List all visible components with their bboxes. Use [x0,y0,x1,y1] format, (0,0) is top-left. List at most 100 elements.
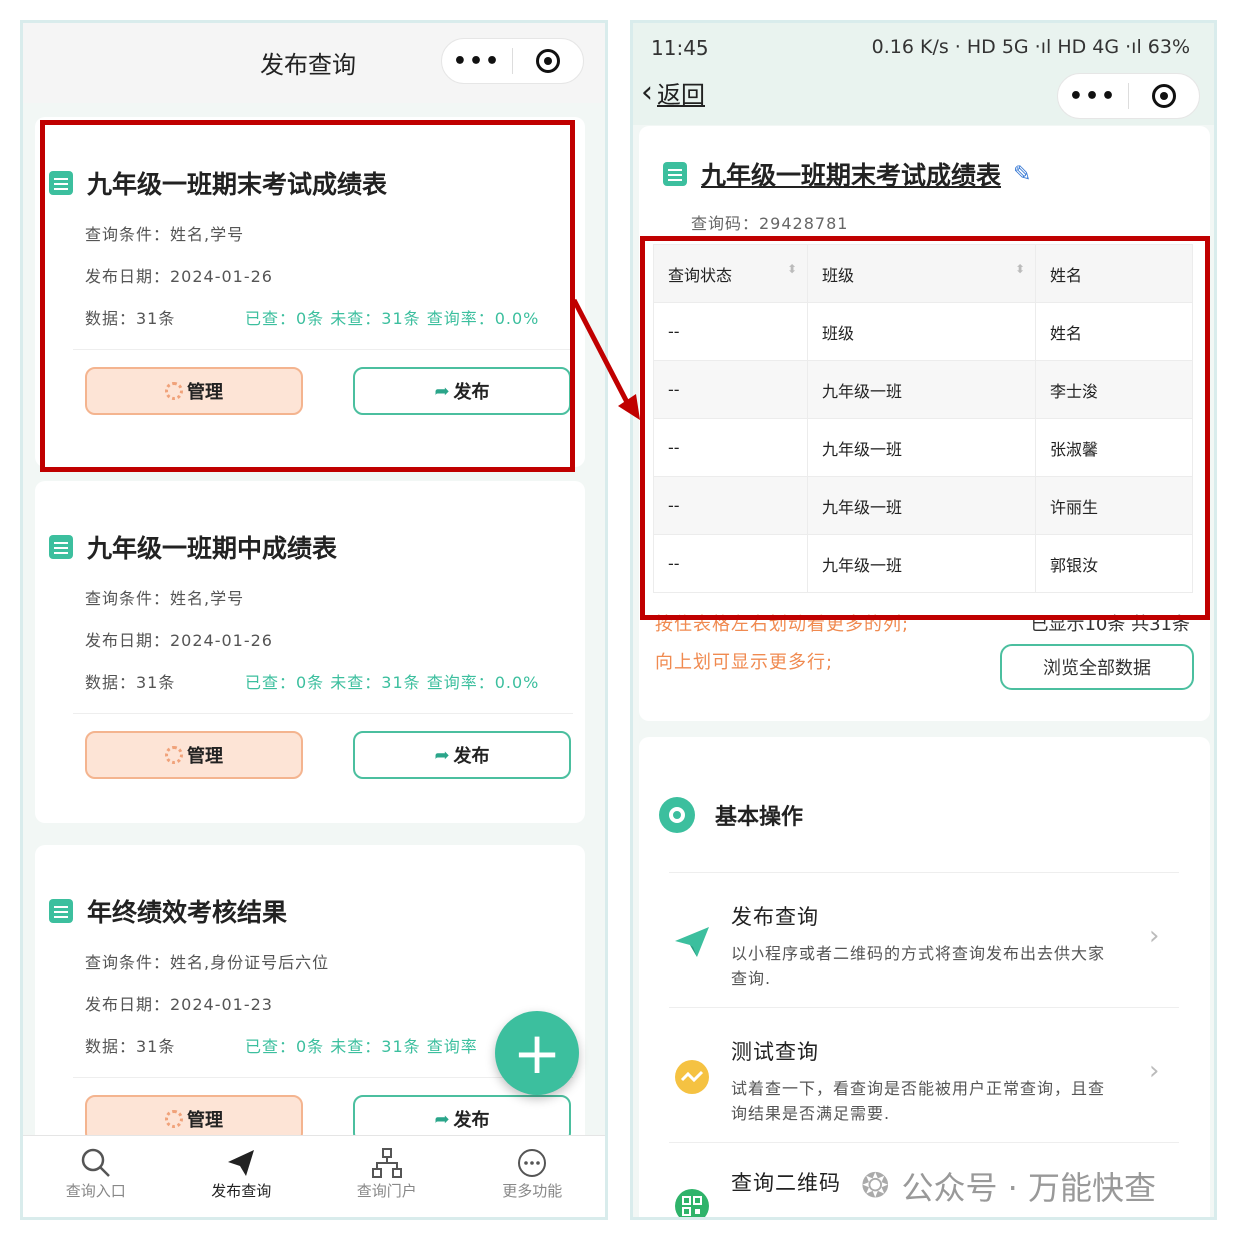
query-code: 查询码：29428781 [691,214,849,233]
tab-more-functions[interactable]: 更多功能 [460,1136,606,1217]
browse-all-data-button[interactable]: 浏览全部数据 [1000,644,1194,690]
sitemap-icon [371,1148,402,1178]
document-icon [49,899,73,923]
add-query-fab[interactable]: + [495,1011,579,1095]
divider [73,1077,573,1078]
header-label: 查询状态 [668,265,733,285]
chevron-right-icon: › [1149,921,1160,951]
gear-icon [165,382,183,400]
query-detail-card: 九年级一班期末考试成绩表 ✎ 查询码：29428781 查询状态 ⬍ 班级 ⬍ 姓名… [639,126,1210,721]
op-title: 测试查询 [731,1040,819,1064]
detail-title-text[interactable]: 九年级一班期末考试成绩表 [701,156,1001,192]
card-title[interactable]: 九年级一班期末考试成绩表 [49,165,387,201]
query-condition: 查询条件：姓名,身份证号后六位 [85,953,330,972]
publish-button[interactable]: ➦ 发布 [353,731,571,779]
table-cell: -- [653,302,808,361]
tab-label: 发布查询 [211,1182,272,1200]
data-count: 数据：31条 [85,673,176,692]
settings-circle-icon [659,797,695,833]
query-stats: 已查：0条 未查：31条 查询率 [245,1037,478,1056]
search-icon [81,1148,110,1177]
publish-label: 发布 [453,1110,490,1131]
header-label: 姓名 [1050,265,1083,285]
publish-date: 发布日期：2024-01-26 [85,267,273,286]
bottom-tab-bar: 查询入口 发布查询 查询门户 更多功能 [23,1135,606,1217]
tab-label: 查询门户 [356,1182,417,1200]
table-cell: 九年级一班 [807,476,1036,535]
basic-operations-card: 基本操作 发布查询 以小程序或者二维码的方式将查询发布出去供大家查询. › 测试… [639,737,1210,1217]
qrcode-icon [673,1187,711,1217]
tab-query-portal[interactable]: 查询门户 [314,1136,460,1217]
back-button[interactable]: ‹ 返回 [641,75,705,110]
more-options-button[interactable]: ••• [442,49,512,74]
op-description: 以小程序或者二维码的方式将查询发布出去供大家查询. [731,944,1106,988]
more-options-button[interactable]: ••• [1058,84,1128,109]
scroll-hint-columns: 按住表格左右划动看更多的列; [655,614,910,635]
op-publish-query[interactable]: 发布查询 以小程序或者二维码的方式将查询发布出去供大家查询. › [639,877,1210,1007]
close-mini-program-button[interactable] [1129,84,1199,108]
publish-label: 发布 [453,746,490,767]
document-icon [663,162,687,186]
right-phone-screen: 11:45 0.16 K/s · HD 5G ·ıl HD 4G ·ıl 63%… [630,20,1217,1220]
section-title-text: 基本操作 [715,805,804,830]
sort-icon[interactable]: ⬍ [787,262,797,276]
card-title-text: 九年级一班期中成绩表 [87,534,338,563]
card-title-text: 九年级一班期末考试成绩表 [87,170,388,199]
table-cell: -- [653,534,808,593]
share-arrow-icon: ➦ [434,744,450,766]
table-cell: 九年级一班 [807,534,1036,593]
table-cell: 郭银汝 [1035,534,1193,593]
mini-program-capsule: ••• [441,38,584,84]
op-title: 发布查询 [731,905,819,929]
table-cell: 许丽生 [1035,476,1193,535]
card-title[interactable]: 年终绩效考核结果 [49,893,287,929]
document-icon [49,171,73,195]
publish-button[interactable]: ➦ 发布 [353,367,571,415]
table-cell: 张淑馨 [1035,418,1193,477]
chevron-left-icon: ‹ [641,75,653,110]
table-cell: -- [653,360,808,419]
tab-query-entry[interactable]: 查询入口 [23,1136,169,1217]
document-icon [49,535,73,559]
target-icon [1152,84,1176,108]
left-phone-screen: 发布查询 ••• 九年级一班期末考试成绩表 查询条件：姓名,学号 发布日期：20… [20,20,608,1220]
tab-label: 更多功能 [502,1182,563,1200]
table-row: -- 班级 姓名 [653,302,1193,361]
card-title[interactable]: 九年级一班期中成绩表 [49,529,337,565]
sort-icon[interactable]: ⬍ [1015,262,1025,276]
manage-button[interactable]: 管理 [85,731,303,779]
op-test-query[interactable]: 测试查询 试着查一下，看查询是否能被用户正常查询，且查询结果是否满足需要. › [639,1012,1210,1142]
table-cell: -- [653,476,808,535]
tab-publish-query[interactable]: 发布查询 [169,1136,315,1217]
manage-label: 管理 [187,1110,223,1131]
table-header-cell[interactable]: 班级 ⬍ [807,244,1036,303]
card-title-text: 年终绩效考核结果 [87,898,288,927]
table-header-row: 查询状态 ⬍ 班级 ⬍ 姓名 [653,244,1193,303]
data-table[interactable]: 查询状态 ⬍ 班级 ⬍ 姓名 -- 班级 姓名 -- 九年级一班 李士浚 -- 九年级一班 张淑… [653,244,1193,593]
scroll-hint-rows: 向上划可显示更多行; [655,652,834,673]
nav-bar: ‹ 返回 ••• [633,73,1214,125]
paper-plane-icon [673,923,711,961]
table-header-cell[interactable]: 查询状态 ⬍ [653,244,808,303]
query-condition: 查询条件：姓名,学号 [85,589,245,608]
header-label: 班级 [822,265,855,285]
status-indicators: 0.16 K/s · HD 5G ·ıl HD 4G ·ıl 63% [871,36,1190,58]
gear-icon [165,746,183,764]
query-card: 九年级一班期中成绩表 查询条件：姓名,学号 发布日期：2024-01-26 数据… [35,481,585,823]
divider [73,713,573,714]
edit-pencil-icon[interactable]: ✎ [1013,162,1031,187]
test-icon [673,1058,711,1096]
op-description: 试着查一下，看查询是否能被用户正常查询，且查询结果是否满足需要. [731,1079,1106,1123]
watermark-text: 公众号 · 万能快查 [901,1169,1157,1207]
publish-label: 发布 [453,382,490,403]
chevron-right-icon: › [1149,1056,1160,1086]
publish-date: 发布日期：2024-01-26 [85,631,273,650]
gear-icon [165,1110,183,1128]
data-count: 数据：31条 [85,1037,176,1056]
close-mini-program-button[interactable] [513,49,583,73]
manage-button[interactable]: 管理 [85,367,303,415]
share-arrow-icon: ➦ [434,1108,450,1130]
table-cell: 九年级一班 [807,360,1036,419]
publish-date: 发布日期：2024-01-23 [85,995,273,1014]
table-header-cell[interactable]: 姓名 [1035,244,1193,303]
